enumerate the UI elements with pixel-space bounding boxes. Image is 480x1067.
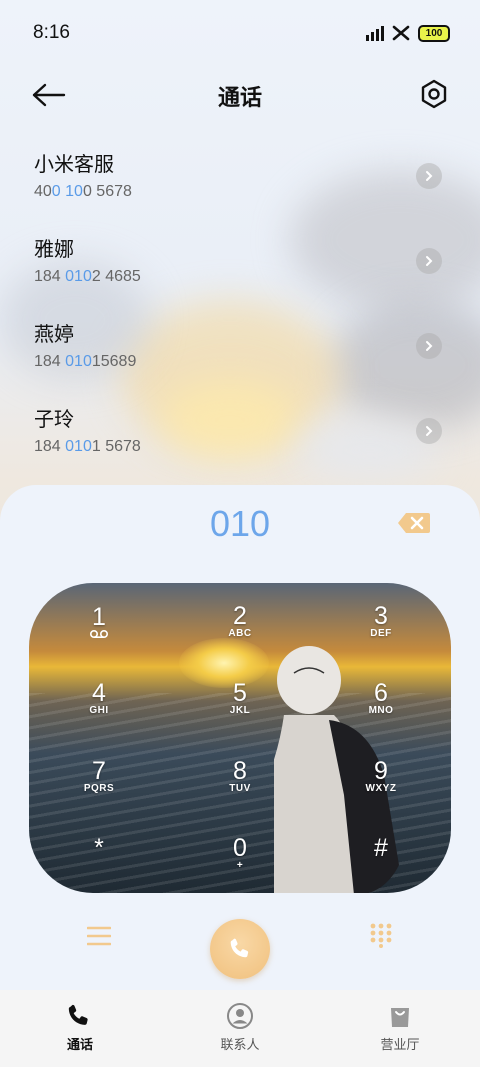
call-button[interactable]	[210, 919, 270, 979]
contacts-icon	[227, 1003, 253, 1029]
store-bag-icon	[391, 1008, 409, 1027]
contact-detail-button[interactable]	[416, 248, 442, 274]
wifi-off-icon	[392, 25, 410, 41]
voicemail-icon	[89, 629, 109, 638]
signal-icon	[366, 25, 384, 41]
contact-item[interactable]: 燕婷 184 01015689	[0, 310, 480, 395]
contact-detail-button[interactable]	[416, 418, 442, 444]
contact-item[interactable]: 小米客服 400 100 5678	[0, 140, 480, 225]
key-4[interactable]: 4 GHI	[29, 661, 169, 739]
contact-detail-button[interactable]	[416, 333, 442, 359]
header: 通话	[0, 70, 480, 120]
key-5[interactable]: 5 JKL	[169, 661, 311, 739]
nav-contacts[interactable]: 联系人	[160, 990, 320, 1067]
menu-icon[interactable]	[87, 925, 111, 947]
contact-name: 子玲	[34, 407, 74, 431]
status-bar: 8:16 100	[0, 0, 480, 64]
chevron-right-icon	[426, 171, 433, 181]
keypad-keys: 1 2 ABC 3 DEF 4 GHI 5 JKL 6 MNO 7 PQRS 8 TUV 9W…	[29, 583, 451, 893]
phone-icon	[68, 1004, 88, 1025]
key-7[interactable]: 7 PQRS	[29, 738, 169, 816]
contact-name: 雅娜	[34, 237, 74, 261]
contact-number: 184 0101 5678	[34, 438, 141, 455]
chevron-right-icon	[426, 256, 433, 266]
contact-name: 小米客服	[34, 152, 114, 176]
chevron-right-icon	[426, 426, 433, 436]
contact-number: 400 100 5678	[34, 183, 132, 200]
backspace-icon[interactable]	[397, 512, 431, 534]
key-9[interactable]: 9 WXYZ	[311, 738, 451, 816]
contact-number: 184 0102 4685	[34, 268, 141, 285]
status-icons: 100	[366, 24, 450, 42]
settings-icon[interactable]	[418, 78, 450, 110]
battery-icon: 100	[418, 24, 450, 42]
contact-number: 184 01015689	[34, 353, 137, 370]
key-3[interactable]: 3 DEF	[311, 583, 451, 661]
contact-item[interactable]: 雅娜 184 0102 4685	[0, 225, 480, 310]
key-1[interactable]: 1	[29, 583, 169, 661]
chevron-right-icon	[426, 341, 433, 351]
nav-calls-label: 通话	[66, 1038, 93, 1053]
status-time: 8:16	[33, 22, 70, 43]
keypad: 1 2 ABC 3 DEF 4 GHI 5 JKL 6 MNO 7 PQRS 8 TUV 9W…	[29, 583, 451, 893]
contact-item[interactable]: 子玲 184 0101 5678	[0, 395, 480, 480]
key-star[interactable]: *	[29, 816, 169, 894]
key-0[interactable]: 0 +	[169, 816, 311, 894]
key-2[interactable]: 2 ABC	[169, 583, 311, 661]
dial-panel: 010 1 2 ABC 3 DEF 4 GHI 5 JKL 6 MNO 7 PQRS 8 TU…	[0, 485, 480, 990]
key-hash[interactable]: #	[311, 816, 451, 894]
nav-contacts-label: 联系人	[220, 1038, 260, 1053]
key-6[interactable]: 6 MNO	[311, 661, 451, 739]
page-title: 通话	[217, 86, 262, 111]
nav-store-label: 营业厅	[380, 1038, 420, 1053]
contact-list: 小米客服 400 100 5678 雅娜 184 0102 4685 燕婷 18…	[0, 140, 480, 480]
key-8[interactable]: 8 TUV	[169, 738, 311, 816]
contact-name: 燕婷	[34, 322, 74, 346]
contact-detail-button[interactable]	[416, 163, 442, 189]
nav-store[interactable]: 营业厅	[320, 990, 480, 1067]
bottom-nav: 通话 联系人 营业厅	[0, 990, 480, 1067]
dialpad-icon[interactable]	[369, 922, 393, 948]
nav-calls[interactable]: 通话	[0, 990, 160, 1067]
phone-icon	[230, 938, 249, 958]
